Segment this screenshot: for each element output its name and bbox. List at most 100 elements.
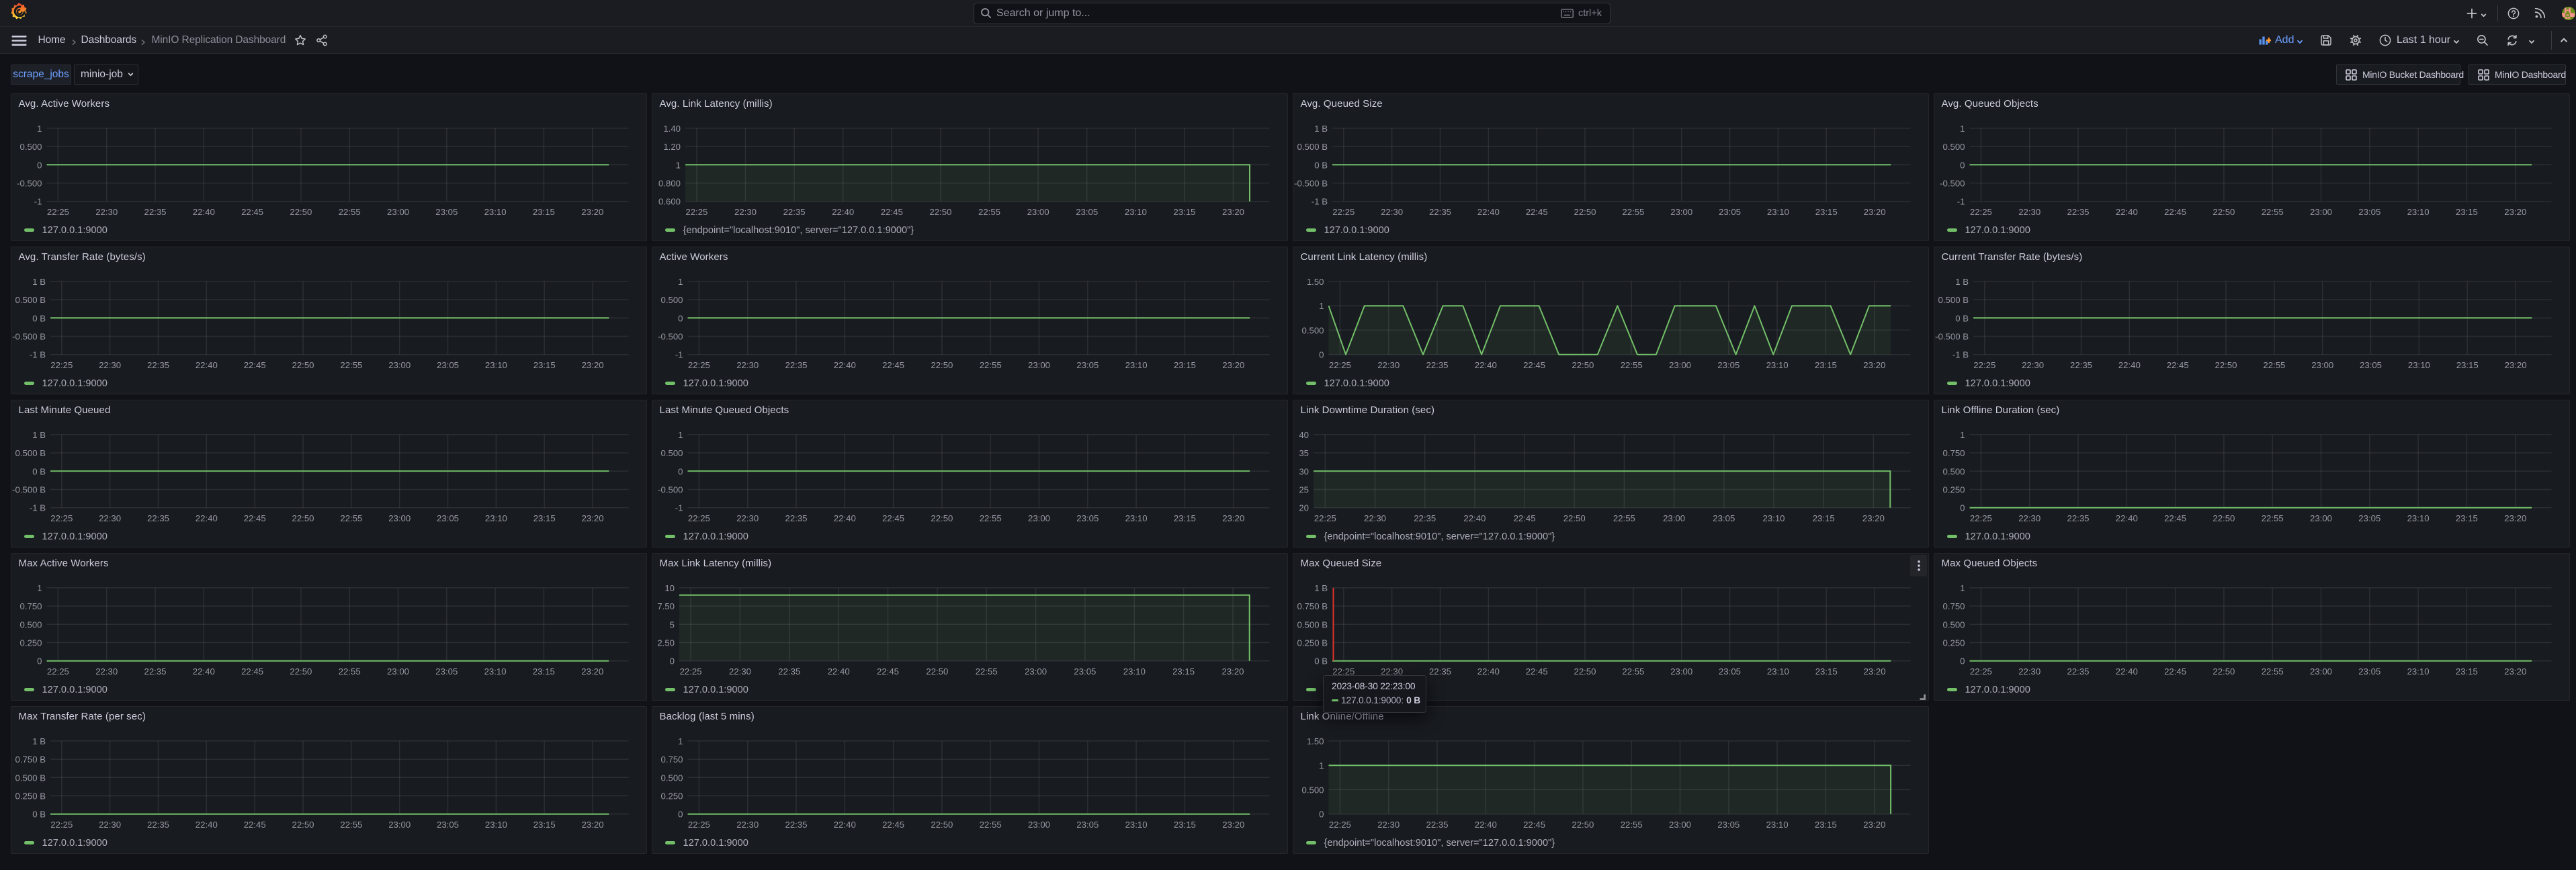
svg-text:22:45: 22:45 xyxy=(881,207,903,217)
svg-text:22:40: 22:40 xyxy=(834,513,856,523)
svg-text:22:45: 22:45 xyxy=(1523,360,1545,370)
svg-text:20: 20 xyxy=(1299,503,1309,513)
svg-text:22:55: 22:55 xyxy=(1621,360,1643,370)
svg-text:22:45: 22:45 xyxy=(2167,360,2189,370)
svg-text:1 B: 1 B xyxy=(32,736,46,746)
svg-text:5: 5 xyxy=(670,619,675,629)
svg-text:22:50: 22:50 xyxy=(292,513,314,523)
svg-text:22:45: 22:45 xyxy=(2164,513,2186,523)
svg-text:0.750 B: 0.750 B xyxy=(15,754,46,765)
svg-text:22:50: 22:50 xyxy=(1563,513,1586,523)
svg-text:22:55: 22:55 xyxy=(340,513,362,523)
svg-text:0 B: 0 B xyxy=(32,466,46,476)
svg-text:22:25: 22:25 xyxy=(680,666,702,677)
svg-text:23:20: 23:20 xyxy=(1221,666,1244,677)
svg-text:22:25: 22:25 xyxy=(50,513,73,523)
svg-text:22:55: 22:55 xyxy=(980,513,1002,523)
svg-text:22:35: 22:35 xyxy=(147,513,169,523)
svg-text:23:00: 23:00 xyxy=(2310,666,2332,677)
svg-text:0.250: 0.250 xyxy=(1942,484,1965,494)
svg-text:23:00: 23:00 xyxy=(1670,207,1692,217)
svg-text:22:25: 22:25 xyxy=(1970,207,1992,217)
svg-text:-1: -1 xyxy=(675,503,683,513)
svg-text:22:35: 22:35 xyxy=(2067,513,2089,523)
svg-text:22:25: 22:25 xyxy=(1314,513,1336,523)
svg-text:23:10: 23:10 xyxy=(1123,666,1146,677)
svg-text:23:20: 23:20 xyxy=(2504,207,2526,217)
svg-text:22:30: 22:30 xyxy=(2018,666,2041,677)
svg-text:1.50: 1.50 xyxy=(1307,736,1324,746)
svg-text:23:20: 23:20 xyxy=(2504,513,2526,523)
svg-text:22:45: 22:45 xyxy=(882,360,904,370)
svg-text:22:25: 22:25 xyxy=(685,207,707,217)
svg-text:1: 1 xyxy=(37,123,42,133)
svg-text:22:40: 22:40 xyxy=(196,820,218,830)
svg-text:22:25: 22:25 xyxy=(688,820,710,830)
svg-text:22:35: 22:35 xyxy=(2067,666,2089,677)
svg-text:22:55: 22:55 xyxy=(976,666,998,677)
svg-text:22:40: 22:40 xyxy=(828,666,850,677)
svg-text:23:15: 23:15 xyxy=(2456,666,2478,677)
svg-text:22:35: 22:35 xyxy=(2067,207,2089,217)
svg-text:0: 0 xyxy=(1319,349,1324,359)
svg-text:23:20: 23:20 xyxy=(1222,360,1244,370)
svg-text:22:50: 22:50 xyxy=(929,207,951,217)
svg-text:23:20: 23:20 xyxy=(1864,207,1886,217)
svg-text:25: 25 xyxy=(1299,484,1309,494)
svg-text:23:00: 23:00 xyxy=(2310,513,2332,523)
svg-text:23:05: 23:05 xyxy=(435,666,458,677)
svg-text:23:15: 23:15 xyxy=(533,513,556,523)
svg-text:23:15: 23:15 xyxy=(533,207,555,217)
svg-text:22:45: 22:45 xyxy=(1514,513,1536,523)
svg-text:23:15: 23:15 xyxy=(1815,360,1837,370)
svg-text:-1 B: -1 B xyxy=(1312,196,1328,206)
svg-text:22:35: 22:35 xyxy=(1429,207,1451,217)
svg-text:22:35: 22:35 xyxy=(147,820,169,830)
svg-text:0.250: 0.250 xyxy=(1942,638,1965,648)
svg-text:10: 10 xyxy=(664,582,675,593)
svg-text:0.750: 0.750 xyxy=(19,601,42,611)
svg-text:22:45: 22:45 xyxy=(2164,666,2186,677)
svg-text:22:35: 22:35 xyxy=(1426,360,1448,370)
svg-text:23:10: 23:10 xyxy=(484,666,507,677)
svg-text:23:10: 23:10 xyxy=(484,207,507,217)
svg-text:22:45: 22:45 xyxy=(1523,820,1545,830)
svg-text:22:45: 22:45 xyxy=(241,207,263,217)
svg-text:23:00: 23:00 xyxy=(1669,820,1691,830)
svg-text:23:05: 23:05 xyxy=(1076,820,1099,830)
svg-text:23:10: 23:10 xyxy=(2407,666,2430,677)
svg-text:22:25: 22:25 xyxy=(1329,360,1351,370)
svg-text:22:40: 22:40 xyxy=(2116,207,2138,217)
svg-text:0.500: 0.500 xyxy=(1301,785,1324,795)
svg-text:0.500: 0.500 xyxy=(660,448,683,458)
svg-text:23:20: 23:20 xyxy=(582,360,604,370)
svg-text:23:15: 23:15 xyxy=(1174,513,1196,523)
svg-text:23:10: 23:10 xyxy=(1762,513,1785,523)
svg-text:22:55: 22:55 xyxy=(978,207,1000,217)
svg-text:22:25: 22:25 xyxy=(1970,666,1992,677)
svg-text:22:45: 22:45 xyxy=(2164,207,2186,217)
svg-text:22:55: 22:55 xyxy=(2262,666,2284,677)
svg-text:0.800: 0.800 xyxy=(658,178,681,188)
svg-text:1: 1 xyxy=(1960,582,1965,593)
svg-text:23:20: 23:20 xyxy=(1222,820,1244,830)
svg-text:22:30: 22:30 xyxy=(2018,207,2041,217)
svg-text:22:35: 22:35 xyxy=(785,360,807,370)
svg-text:22:25: 22:25 xyxy=(1329,820,1351,830)
svg-text:23:05: 23:05 xyxy=(435,207,458,217)
svg-text:-0.500 B: -0.500 B xyxy=(12,331,46,341)
svg-text:23:20: 23:20 xyxy=(581,207,603,217)
svg-text:22:40: 22:40 xyxy=(1463,513,1486,523)
svg-text:22:50: 22:50 xyxy=(1572,360,1594,370)
svg-text:-0.500 B: -0.500 B xyxy=(1935,331,1969,341)
svg-text:-0.500: -0.500 xyxy=(17,178,42,188)
svg-text:23:20: 23:20 xyxy=(582,820,604,830)
svg-text:23:00: 23:00 xyxy=(2311,360,2333,370)
svg-text:23:15: 23:15 xyxy=(1174,360,1196,370)
svg-text:22:50: 22:50 xyxy=(292,360,314,370)
svg-text:0.500 B: 0.500 B xyxy=(1297,142,1328,152)
svg-text:23:15: 23:15 xyxy=(1813,513,1835,523)
svg-text:22:30: 22:30 xyxy=(95,207,118,217)
svg-text:0: 0 xyxy=(37,160,42,170)
svg-text:22:30: 22:30 xyxy=(2018,513,2041,523)
